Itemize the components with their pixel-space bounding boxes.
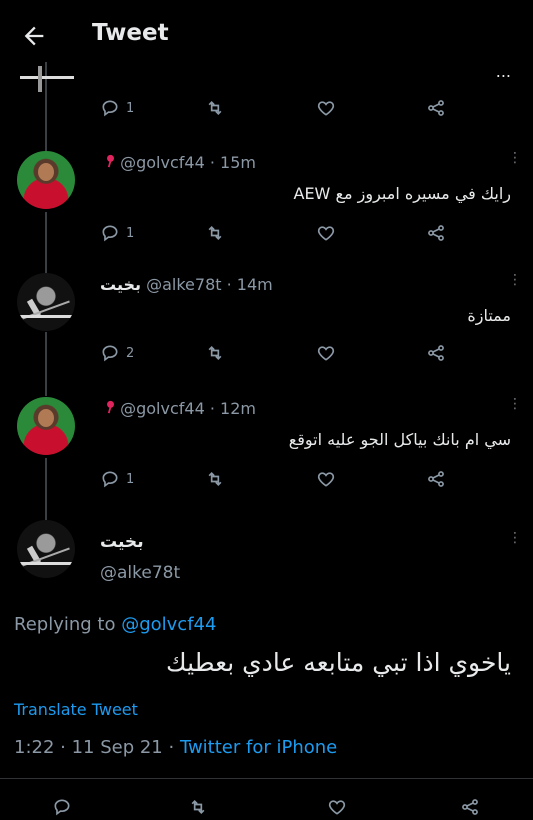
retweet-icon — [191, 799, 205, 815]
share-icon — [428, 225, 444, 241]
replying-to: Replying to @golvcf44 — [14, 614, 216, 635]
tweet-header: @golvcf44 · 12m — [106, 399, 256, 418]
page-title: Tweet — [92, 20, 169, 46]
back-button[interactable] — [20, 22, 48, 50]
share-button[interactable] — [426, 97, 446, 119]
tweet-handle[interactable]: @golvcf44 — [120, 399, 205, 418]
avatar[interactable] — [18, 62, 76, 94]
like-button[interactable] — [316, 342, 336, 364]
source-link[interactable]: Twitter for iPhone — [180, 737, 337, 758]
thread-line — [45, 458, 47, 520]
tweet-meta: 1:22 · 11 Sep 21 · Twitter for iPhone — [14, 737, 337, 758]
reply-icon — [102, 471, 118, 488]
tweet-text: رايك في مسيره امبروز مع AEW — [293, 184, 512, 203]
reply-count: 1 — [126, 100, 135, 116]
retweet-button[interactable] — [205, 468, 225, 490]
timestamp: 1:22 · 11 Sep 21 · — [14, 737, 180, 758]
heart-icon — [317, 101, 335, 116]
tweet-header: @golvcf44 · 15m — [106, 153, 256, 172]
share-button[interactable] — [426, 468, 446, 490]
reply-button[interactable]: 1 — [100, 468, 134, 490]
reply-icon — [102, 100, 118, 117]
replying-mention[interactable]: @golvcf44 — [121, 614, 216, 635]
heart-icon — [328, 800, 346, 815]
divider — [0, 778, 533, 779]
tweet-handle[interactable]: @golvcf44 — [120, 153, 205, 172]
more-icon[interactable]: ⋮ — [508, 530, 522, 546]
like-button[interactable] — [327, 796, 347, 818]
thread-line — [45, 212, 47, 274]
share-icon — [462, 799, 478, 815]
back-arrow-icon — [24, 26, 44, 46]
reply-count: 1 — [126, 225, 135, 241]
retweet-button[interactable] — [188, 796, 208, 818]
tweet-text: ممتازة — [467, 306, 511, 325]
retweet-button[interactable] — [205, 342, 225, 364]
share-icon — [428, 345, 444, 361]
avatar[interactable] — [17, 273, 75, 331]
heart-icon — [317, 472, 335, 487]
reply-icon — [102, 345, 118, 362]
reply-button[interactable]: 1 — [100, 222, 134, 244]
pin-icon — [107, 154, 114, 168]
reply-button[interactable] — [52, 796, 72, 818]
like-button[interactable] — [316, 468, 336, 490]
tweet-time: 15m — [220, 153, 256, 172]
thread-line — [45, 332, 47, 396]
retweet-button[interactable] — [205, 97, 225, 119]
like-button[interactable] — [316, 97, 336, 119]
replying-prefix: Replying to — [14, 614, 116, 635]
more-icon[interactable]: ⋮ — [508, 396, 522, 412]
share-button[interactable] — [426, 342, 446, 364]
reply-button[interactable]: 1 — [100, 97, 134, 119]
display-name[interactable]: بخيت — [100, 275, 141, 294]
main-tweet-text: ياخوي اذا تبي متابعه عادي بعطيك — [166, 648, 511, 677]
reply-icon — [54, 799, 70, 816]
tweet-text: ... — [495, 62, 511, 81]
tweet-time: 14m — [236, 275, 273, 294]
tweet-handle[interactable]: @alke78t — [100, 563, 180, 583]
tweet-handle[interactable]: @alke78t — [146, 275, 221, 294]
share-button[interactable] — [460, 796, 480, 818]
more-icon[interactable]: ⋮ — [508, 150, 522, 166]
reply-button[interactable]: 2 — [100, 342, 134, 364]
tweet-header: بخيت @alke78t · 14m — [100, 275, 273, 294]
reply-count: 1 — [126, 471, 135, 487]
translate-tweet-link[interactable]: Translate Tweet — [14, 700, 138, 719]
retweet-icon — [208, 345, 222, 361]
display-name[interactable]: بخيت — [100, 532, 144, 552]
more-icon[interactable]: ⋮ — [508, 272, 522, 288]
retweet-icon — [208, 471, 222, 487]
reply-count: 2 — [126, 345, 135, 361]
avatar[interactable] — [17, 520, 75, 578]
retweet-icon — [208, 225, 222, 241]
share-icon — [428, 100, 444, 116]
heart-icon — [317, 226, 335, 241]
reply-icon — [102, 225, 118, 242]
pin-icon — [107, 400, 114, 414]
retweet-button[interactable] — [205, 222, 225, 244]
avatar[interactable] — [17, 151, 75, 209]
tweet-time: 12m — [220, 399, 256, 418]
like-button[interactable] — [316, 222, 336, 244]
tweet-text: سي ام بانك بياكل الجو عليه اتوقع — [288, 430, 511, 449]
retweet-icon — [208, 100, 222, 116]
share-button[interactable] — [426, 222, 446, 244]
heart-icon — [317, 346, 335, 361]
share-icon — [428, 471, 444, 487]
avatar[interactable] — [17, 397, 75, 455]
